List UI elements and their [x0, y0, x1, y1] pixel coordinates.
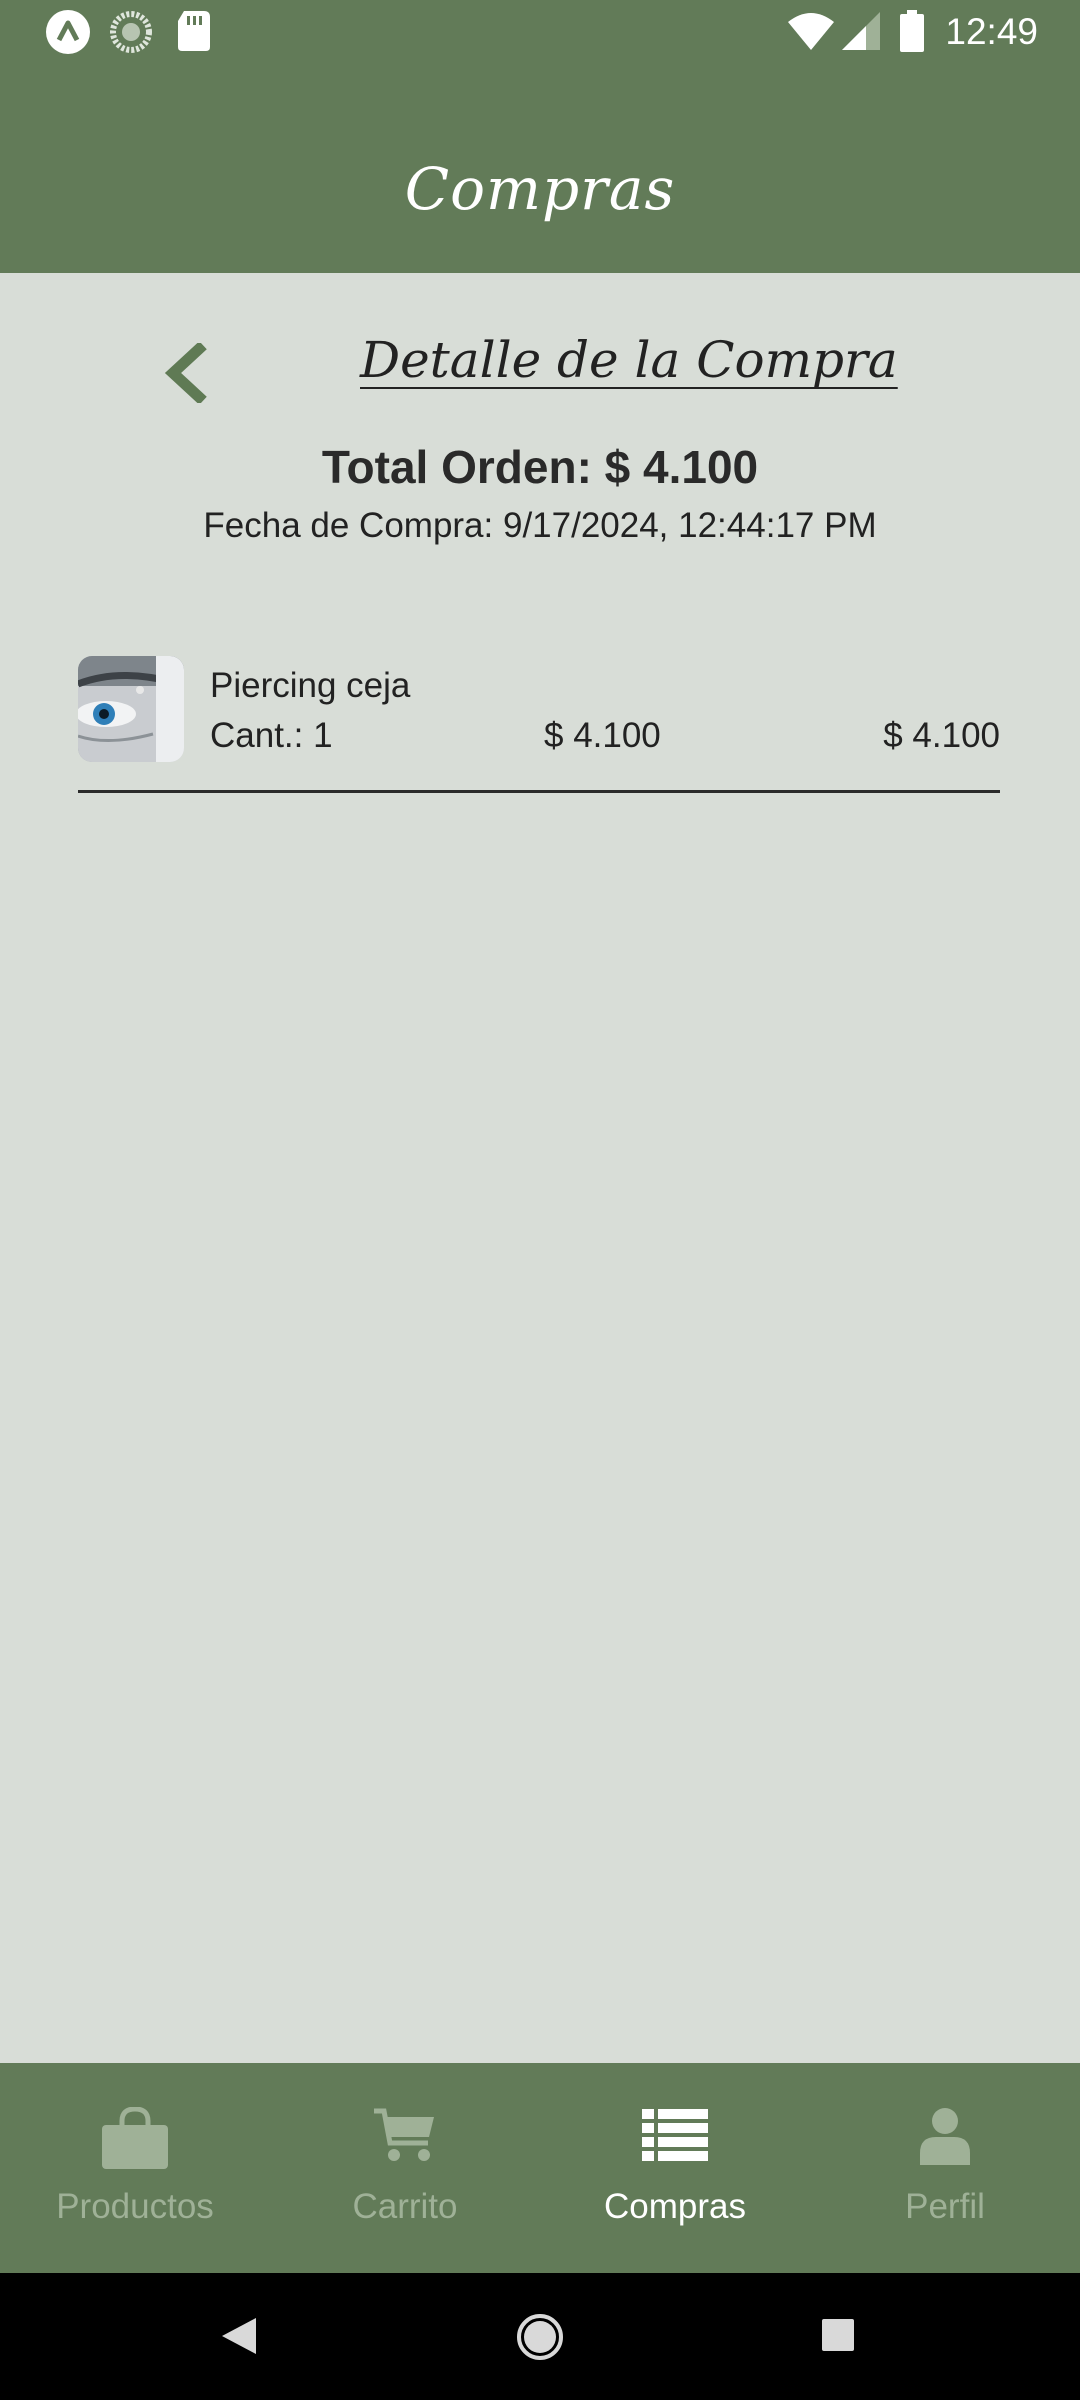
sd-card-icon [178, 11, 210, 56]
battery-icon [900, 10, 924, 57]
cart-icon [270, 2107, 540, 2177]
list-item: Piercing ceja Cant.: 1 $ 4.100 $ 4.100 [78, 656, 1000, 793]
back-triangle-icon[interactable] [222, 2318, 256, 2359]
app-header: Compras [0, 64, 1080, 273]
purchase-date: Fecha de Compra: 9/17/2024, 12:44:17 PM [203, 506, 877, 545]
status-clock: 12:49 [945, 11, 1038, 52]
item-line-total: $ 4.100 [883, 716, 1000, 755]
tab-label: Perfil [905, 2187, 985, 2226]
tab-perfil[interactable]: Perfil [810, 2063, 1080, 2273]
tab-carrito[interactable]: Carrito [270, 2063, 540, 2273]
wifi-icon [788, 12, 834, 55]
system-nav-bar [0, 2273, 1080, 2400]
shopping-bag-icon [0, 2107, 270, 2177]
expo-icon [45, 9, 91, 60]
item-name: Piercing ceja [210, 666, 411, 705]
sync-icon [110, 11, 152, 58]
tab-compras[interactable]: Compras [540, 2063, 810, 2273]
home-circle-icon[interactable] [515, 2312, 565, 2367]
bottom-nav: Productos Carrito Compras Perfil [0, 2063, 1080, 2273]
recents-square-icon[interactable] [822, 2319, 854, 2356]
signal-icon [842, 12, 880, 55]
back-button[interactable] [150, 333, 220, 413]
item-unit-price: $ 4.100 [544, 716, 661, 755]
status-bar: 12:49 [0, 0, 1080, 64]
purchase-detail: Detalle de la Compra Total Orden: $ 4.10… [0, 273, 1080, 2063]
tab-label: Productos [56, 2187, 214, 2226]
page-title: Compras [404, 155, 676, 223]
user-icon [810, 2107, 1080, 2177]
tab-label: Carrito [352, 2187, 458, 2226]
detail-title: Detalle de la Compra [360, 331, 898, 389]
chevron-left-icon [164, 343, 207, 403]
list-icon [540, 2109, 810, 2179]
item-quantity: Cant.: 1 [210, 716, 333, 755]
order-total: Total Orden: $ 4.100 [321, 441, 759, 493]
product-image [78, 656, 184, 762]
tab-label: Compras [604, 2187, 746, 2226]
tab-productos[interactable]: Productos [0, 2063, 270, 2273]
